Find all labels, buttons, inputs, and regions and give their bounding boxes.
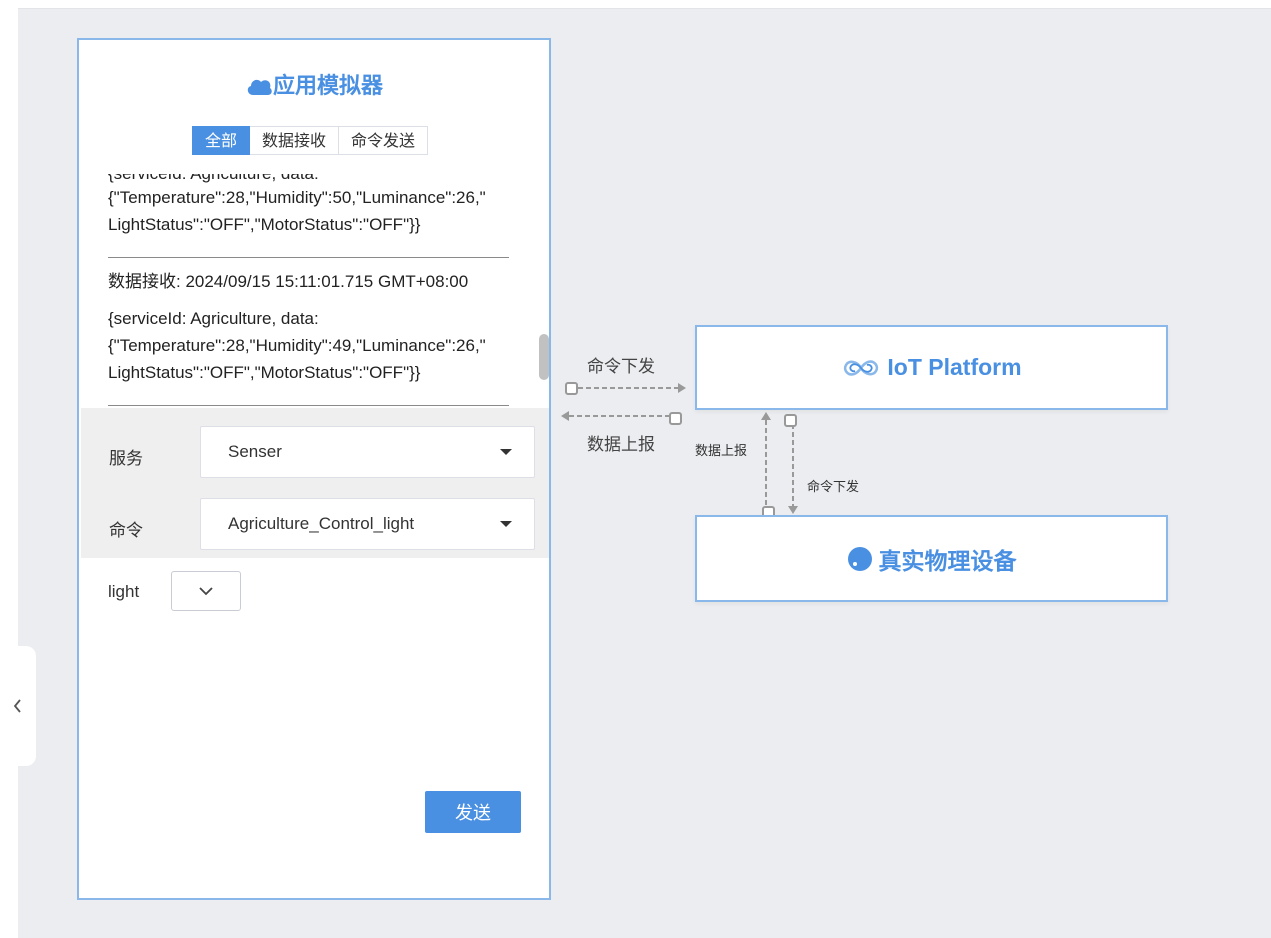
top-bar [0,0,1271,9]
arrowhead [788,506,798,514]
log-line: {"Temperature":28,"Humidity":49,"Luminan… [108,336,486,355]
physical-device-label: 真实物理设备 [878,547,1017,574]
command-label: 命令 [109,521,143,540]
device-dot-icon [847,546,872,571]
edge-port[interactable] [784,414,797,427]
log-line: {"Temperature":28,"Humidity":50,"Luminan… [108,188,486,207]
tab-data-receive[interactable]: 数据接收 [250,126,340,155]
edge-label-data-up-vertical: 数据上报 [695,443,748,458]
arrowhead [561,411,569,421]
message-log[interactable]: {serviceId: Agriculture, data: {"Tempera… [79,174,539,408]
physical-device-node[interactable]: 真实物理设备 [695,515,1168,602]
caret-down-icon [500,521,512,527]
iot-platform-label: IoT Platform [887,354,1022,380]
cloud-icon [247,79,272,95]
log-entry-header: 数据接收: 2024/09/15 15:11:01.715 GMT+08:00 [108,272,469,291]
command-form: 服务 Senser 命令 Agriculture_Control_light [81,408,549,558]
edge-port[interactable] [565,382,578,395]
simulator-title-text: 应用模拟器 [272,73,383,98]
command-select-value: Agriculture_Control_light [228,514,415,533]
edge-port[interactable] [669,412,682,425]
simulator-tabs: 全部 数据接收 命令发送 [192,126,429,155]
send-button[interactable]: 发送 [425,791,521,833]
simulator-title: 应用模拟器 [79,68,549,100]
light-param-select[interactable] [171,571,241,611]
arrowhead [761,412,771,420]
log-line: LightStatus":"OFF","MotorStatus":"OFF"}} [108,215,421,234]
caret-down-icon [500,449,512,455]
left-sidebar-strip [0,0,18,938]
service-select-value: Senser [228,442,282,461]
log-line: LightStatus":"OFF","MotorStatus":"OFF"}} [108,363,421,382]
infinity-icon [844,359,879,376]
sidebar-collapse-toggle[interactable] [0,646,36,766]
log-divider [108,257,509,258]
edge-label-command-down-vertical: 命令下发 [807,479,860,494]
arrowhead [678,383,686,393]
edge-label-command-down: 命令下发 [587,357,655,376]
iot-platform-node[interactable]: IoT Platform [695,325,1168,410]
log-line: {serviceId: Agriculture, data: [108,309,319,328]
log-scrollbar[interactable] [539,334,549,380]
tab-all[interactable]: 全部 [192,126,251,155]
log-divider [108,405,509,406]
service-select[interactable]: Senser [200,426,535,478]
chevron-left-icon [13,699,21,713]
service-label: 服务 [109,449,143,468]
command-select[interactable]: Agriculture_Control_light [200,498,535,550]
tab-command-send[interactable]: 命令发送 [339,126,429,155]
edge-label-data-up: 数据上报 [587,435,655,454]
application-simulator-panel: 应用模拟器 全部 数据接收 命令发送 {serviceId: Agricultu… [77,38,551,900]
chevron-down-icon [199,587,213,596]
light-param-label: light [108,582,140,601]
